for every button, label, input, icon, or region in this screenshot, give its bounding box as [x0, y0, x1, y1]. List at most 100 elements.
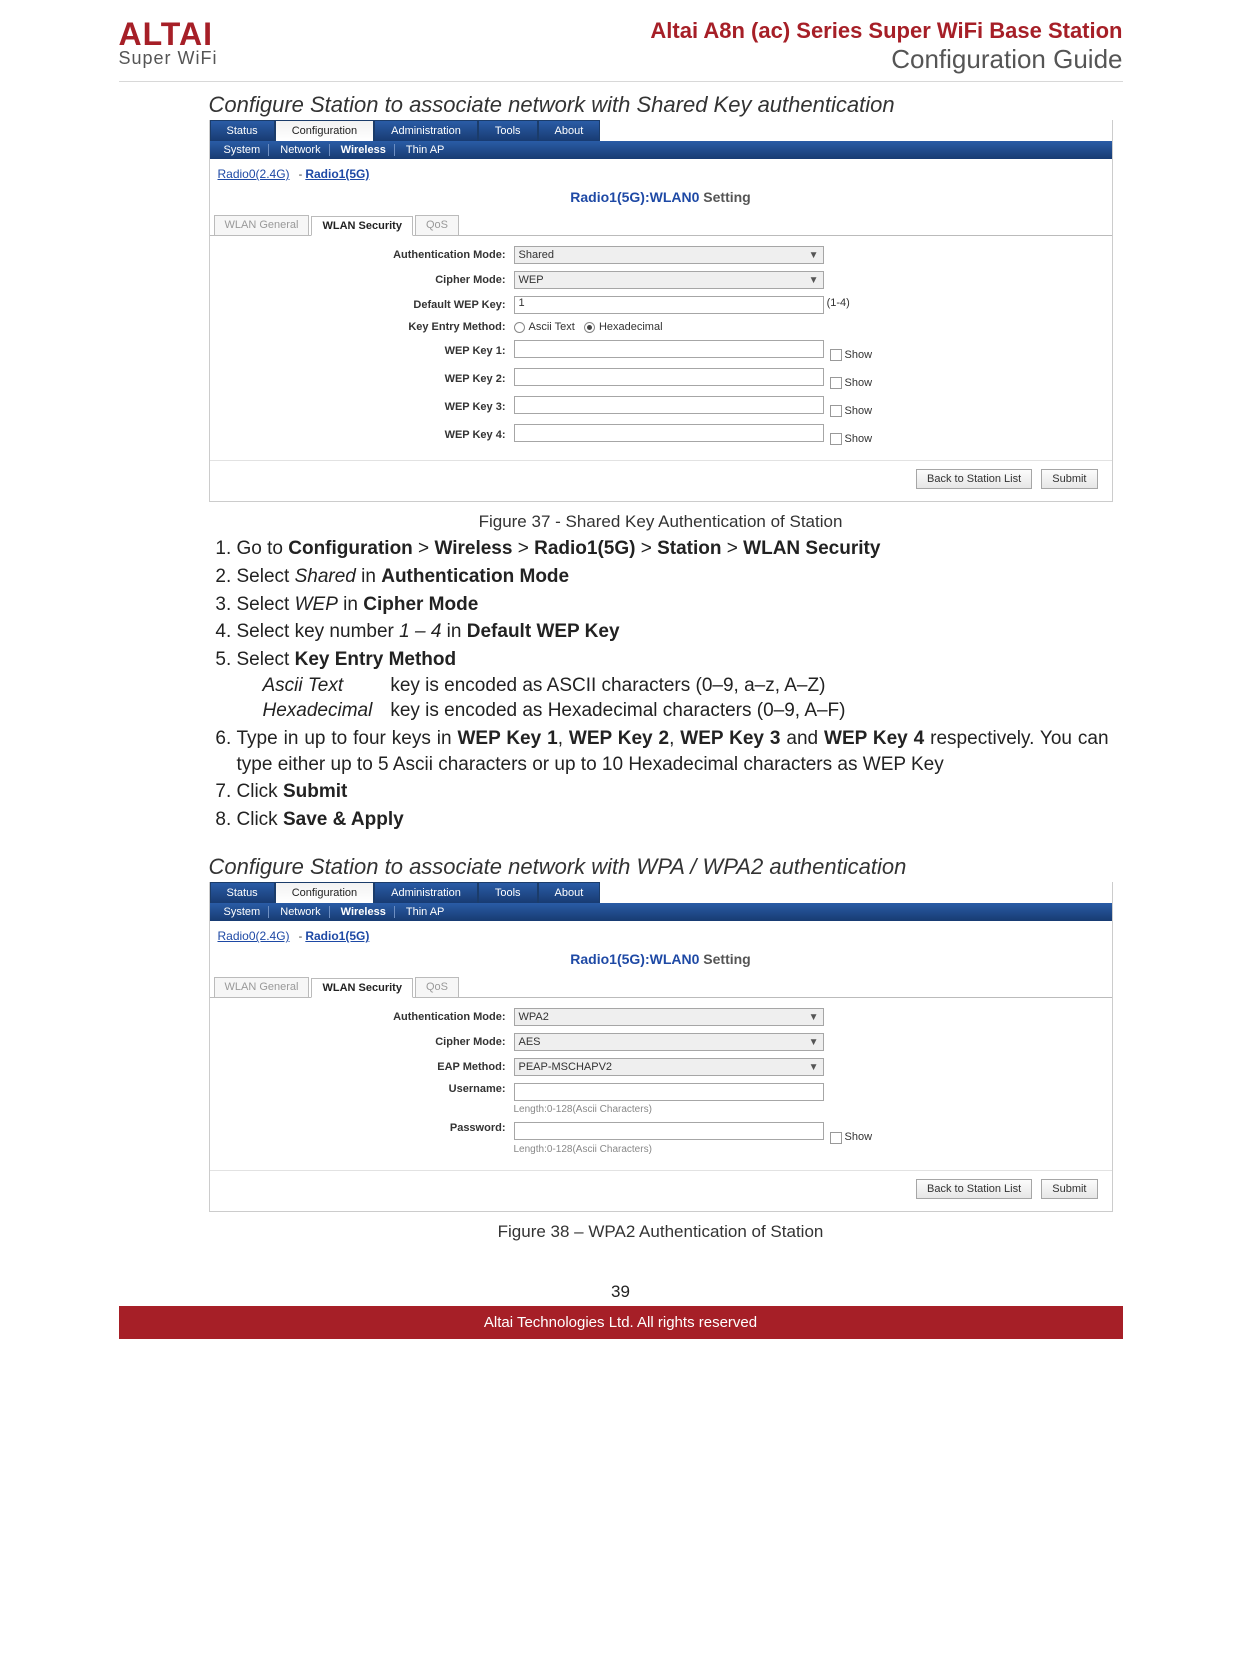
auth-mode-label: Authentication Mode:	[224, 249, 514, 261]
auth-mode-label: Authentication Mode:	[224, 1011, 514, 1023]
wep1-show-checkbox[interactable]	[830, 349, 842, 361]
tab-status[interactable]: Status	[210, 882, 275, 903]
step-5: Select Key Entry Method Ascii Textkey is…	[237, 647, 1113, 724]
screenshot-1: Status Configuration Administration Tool…	[209, 120, 1113, 502]
cipher-mode-label: Cipher Mode:	[224, 1036, 514, 1048]
wep2-input[interactable]	[514, 368, 824, 386]
chevron-down-icon: ▼	[809, 275, 819, 286]
chevron-down-icon: ▼	[809, 1037, 819, 1048]
password-label: Password:	[224, 1122, 514, 1134]
tab-configuration[interactable]: Configuration	[275, 120, 374, 141]
figure38-caption: Figure 38 – WPA2 Authentication of Stati…	[209, 1222, 1113, 1242]
wep3-show-checkbox[interactable]	[830, 405, 842, 417]
section2-title: Configure Station to associate network w…	[209, 854, 1113, 880]
tab-configuration[interactable]: Configuration	[275, 882, 374, 903]
back-button[interactable]: Back to Station List	[916, 1179, 1032, 1199]
panel-title: Radio1(5G):WLAN0 Setting	[210, 185, 1112, 215]
radio1-link[interactable]: Radio1(5G)	[305, 167, 369, 181]
subnav-network[interactable]: Network	[272, 906, 329, 918]
subtab-general[interactable]: WLAN General	[214, 215, 310, 235]
section1-title: Configure Station to associate network w…	[209, 92, 1113, 118]
logo-text: ALTAI	[119, 18, 218, 50]
header-product: Altai A8n (ac) Series Super WiFi Base St…	[650, 18, 1122, 44]
wep3-input[interactable]	[514, 396, 824, 414]
wep2-label: WEP Key 2:	[224, 373, 514, 385]
wep4-input[interactable]	[514, 424, 824, 442]
subtab-qos[interactable]: QoS	[415, 215, 459, 235]
main-tabs: Status Configuration Administration Tool…	[210, 120, 1112, 141]
submit-button[interactable]: Submit	[1041, 469, 1097, 489]
username-label: Username:	[224, 1083, 514, 1095]
chevron-down-icon: ▼	[809, 1062, 819, 1073]
tab-tools[interactable]: Tools	[478, 120, 538, 141]
default-wep-hint: (1-4)	[827, 297, 850, 309]
subnav-wireless[interactable]: Wireless	[333, 906, 395, 918]
auth-mode-select[interactable]: Shared▼	[514, 246, 824, 264]
tab-status[interactable]: Status	[210, 120, 275, 141]
step-2: Select Shared in Authentication Mode	[237, 564, 1113, 590]
radio1-link[interactable]: Radio1(5G)	[305, 929, 369, 943]
wep4-show-checkbox[interactable]	[830, 433, 842, 445]
subnav-network[interactable]: Network	[272, 144, 329, 156]
tab-administration[interactable]: Administration	[374, 882, 478, 903]
sub-nav: System Network Wireless Thin AP	[210, 141, 1112, 159]
password-hint: Length:0-128(Ascii Characters)	[514, 1144, 873, 1155]
radio0-link[interactable]: Radio0(2.4G)	[218, 167, 290, 181]
logo: ALTAI Super WiFi	[119, 18, 218, 69]
radio-links: Radio0(2.4G) - Radio1(5G)	[210, 159, 1112, 185]
ascii-radio[interactable]	[514, 322, 525, 333]
steps-list-1: Go to Configuration > Wireless > Radio1(…	[209, 536, 1113, 832]
password-show-checkbox[interactable]	[830, 1132, 842, 1144]
cipher-mode-label: Cipher Mode:	[224, 274, 514, 286]
submit-button[interactable]: Submit	[1041, 1179, 1097, 1199]
subnav-thinap[interactable]: Thin AP	[398, 144, 453, 156]
subtab-qos[interactable]: QoS	[415, 977, 459, 997]
step-8: Click Save & Apply	[237, 807, 1113, 833]
step-6: Type in up to four keys in WEP Key 1, WE…	[237, 726, 1113, 777]
wep1-label: WEP Key 1:	[224, 345, 514, 357]
subnav-system[interactable]: System	[216, 144, 270, 156]
subnav-system[interactable]: System	[216, 906, 270, 918]
radio0-link[interactable]: Radio0(2.4G)	[218, 929, 290, 943]
password-input[interactable]	[514, 1122, 824, 1140]
auth-mode-select[interactable]: WPA2▼	[514, 1008, 824, 1026]
subnav-thinap[interactable]: Thin AP	[398, 906, 453, 918]
default-wep-label: Default WEP Key:	[224, 299, 514, 311]
eap-method-select[interactable]: PEAP-MSCHAPV2▼	[514, 1058, 824, 1076]
username-hint: Length:0-128(Ascii Characters)	[514, 1104, 824, 1115]
tab-administration[interactable]: Administration	[374, 120, 478, 141]
cipher-mode-select[interactable]: AES▼	[514, 1033, 824, 1051]
step-7: Click Submit	[237, 779, 1113, 805]
step-3: Select WEP in Cipher Mode	[237, 592, 1113, 618]
tab-about[interactable]: About	[538, 882, 601, 903]
figure37-caption: Figure 37 - Shared Key Authentication of…	[209, 512, 1113, 532]
step-1: Go to Configuration > Wireless > Radio1(…	[237, 536, 1113, 562]
eap-method-label: EAP Method:	[224, 1061, 514, 1073]
logo-sub: Super WiFi	[119, 48, 218, 69]
subtab-security[interactable]: WLAN Security	[311, 216, 412, 236]
tab-about[interactable]: About	[538, 120, 601, 141]
screenshot-2: Status Configuration Administration Tool…	[209, 882, 1113, 1211]
cipher-mode-select[interactable]: WEP▼	[514, 271, 824, 289]
default-wep-input[interactable]: 1	[514, 296, 824, 314]
step-4: Select key number 1 – 4 in Default WEP K…	[237, 619, 1113, 645]
subtab-security[interactable]: WLAN Security	[311, 978, 412, 998]
page-number: 39	[119, 1282, 1123, 1302]
username-input[interactable]	[514, 1083, 824, 1101]
wep2-show-checkbox[interactable]	[830, 377, 842, 389]
hex-radio[interactable]	[584, 322, 595, 333]
wep4-label: WEP Key 4:	[224, 429, 514, 441]
chevron-down-icon: ▼	[809, 250, 819, 261]
radio-sep: -	[299, 169, 303, 181]
wep1-input[interactable]	[514, 340, 824, 358]
subtab-general[interactable]: WLAN General	[214, 977, 310, 997]
wep3-label: WEP Key 3:	[224, 401, 514, 413]
footer: Altai Technologies Ltd. All rights reser…	[119, 1306, 1123, 1339]
key-method-label: Key Entry Method:	[224, 321, 514, 333]
chevron-down-icon: ▼	[809, 1012, 819, 1023]
tab-tools[interactable]: Tools	[478, 882, 538, 903]
subtabs: WLAN General WLAN Security QoS	[210, 215, 1112, 236]
header-guide: Configuration Guide	[650, 44, 1122, 75]
back-button[interactable]: Back to Station List	[916, 469, 1032, 489]
subnav-wireless[interactable]: Wireless	[333, 144, 395, 156]
